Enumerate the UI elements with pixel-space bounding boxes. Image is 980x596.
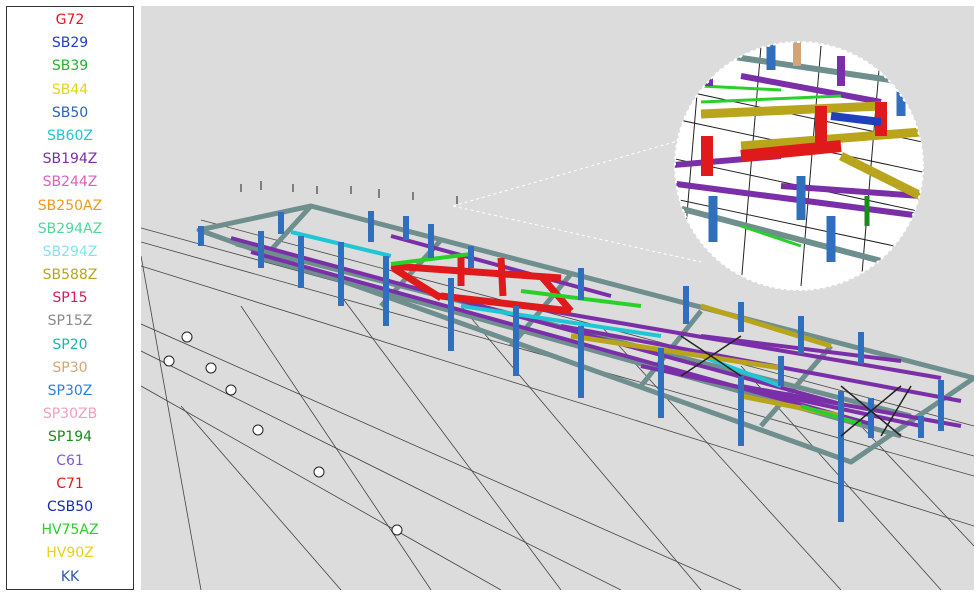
elevation-ticks bbox=[240, 181, 458, 204]
grid-markers bbox=[163, 331, 403, 536]
legend-item-sb39: SB39 bbox=[51, 58, 89, 75]
legend-item-sb294az: SB294AZ bbox=[37, 220, 103, 237]
legend-item-sb60z: SB60Z bbox=[47, 127, 93, 144]
legend-item-sp30: SP30 bbox=[52, 359, 88, 376]
legend-item-hv75az: HV75AZ bbox=[41, 522, 99, 539]
legend-item-sb588z: SB588Z bbox=[42, 267, 98, 284]
legend-item-sb244z: SB244Z bbox=[42, 174, 98, 191]
legend-item-kk: KK bbox=[60, 568, 80, 585]
legend-item-sp20: SP20 bbox=[52, 336, 88, 353]
legend-item-sb250az: SB250AZ bbox=[37, 197, 103, 214]
structure-model-scene bbox=[141, 41, 974, 590]
legend-panel: G72 SB29 SB39 SB44 SB50 SB60Z SB194Z SB244Z SB25… bbox=[6, 6, 134, 590]
legend-item-csb50: CSB50 bbox=[46, 498, 94, 515]
legend-item-sp194: SP194 bbox=[47, 429, 93, 446]
legend-item-sb29: SB29 bbox=[51, 35, 89, 52]
legend-item-sb44: SB44 bbox=[51, 81, 89, 98]
legend-item-sp30z: SP30Z bbox=[47, 383, 93, 399]
legend-item-c61: C61 bbox=[56, 452, 84, 469]
zoom-callout bbox=[452, 41, 924, 291]
legend-item-hv90z: HV90Z bbox=[46, 545, 94, 562]
legend-item-g72: G72 bbox=[55, 12, 85, 28]
legend-item-sp15z: SP15Z bbox=[47, 313, 93, 330]
legend-item-sb294z: SB294Z bbox=[42, 243, 98, 260]
legend-item-sb194z: SB194Z bbox=[42, 151, 98, 168]
legend-item-sb50: SB50 bbox=[51, 104, 89, 121]
3d-model-viewport[interactable] bbox=[141, 6, 974, 590]
legend-item-c71: C71 bbox=[56, 475, 84, 492]
legend-item-sp15: SP15 bbox=[52, 290, 88, 307]
legend-item-sp30zb: SP30ZB bbox=[42, 406, 98, 423]
